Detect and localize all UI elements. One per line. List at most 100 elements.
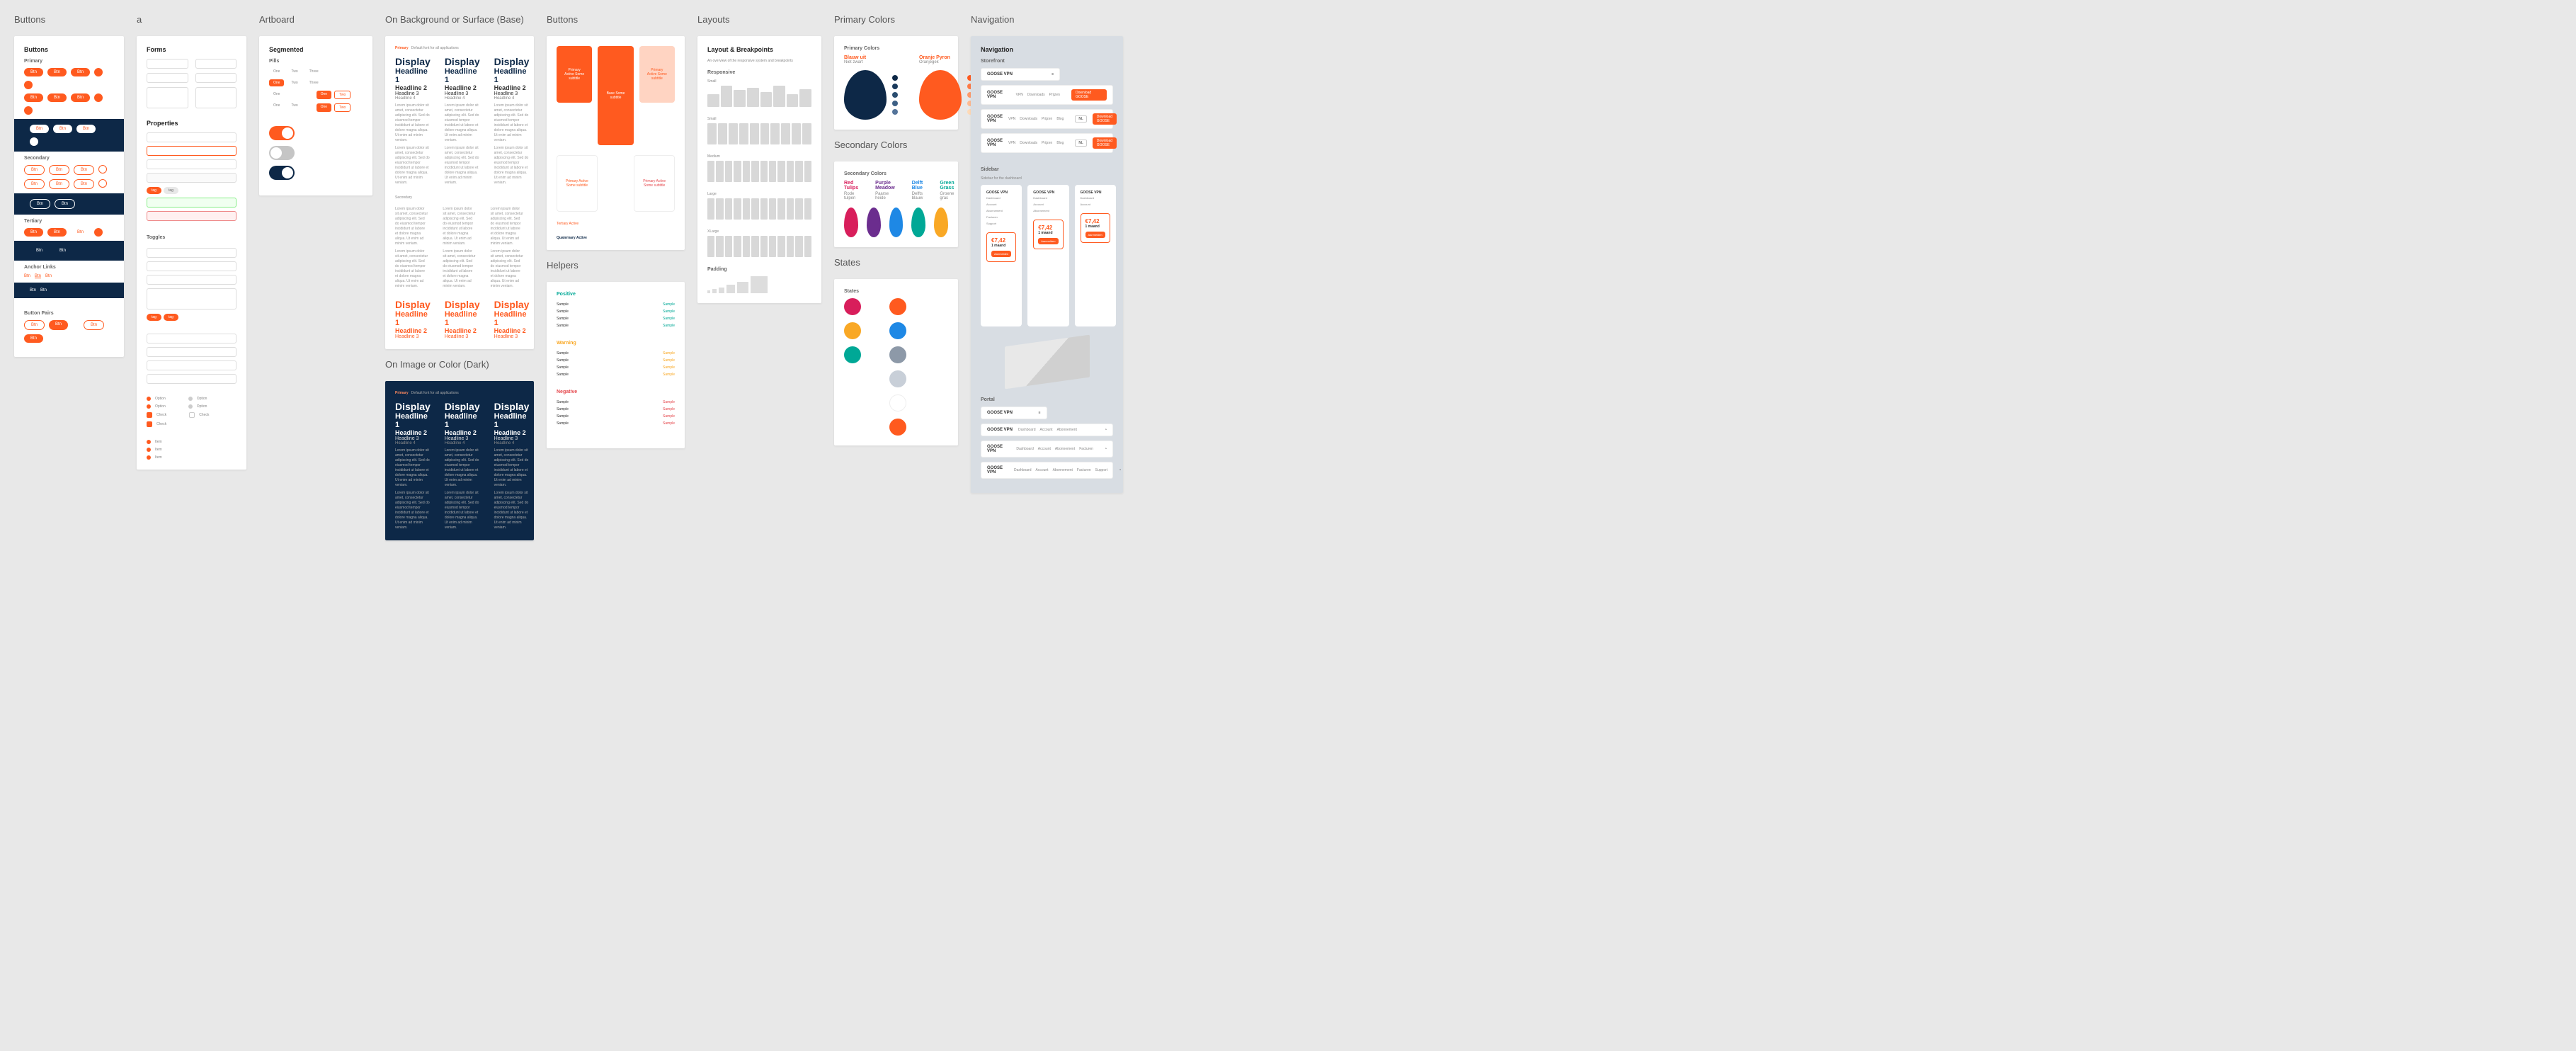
segment-option[interactable]: One	[269, 102, 284, 109]
sidebar-item[interactable]: Dashboard	[1081, 195, 1110, 201]
nav-link[interactable]: Facturen	[1077, 468, 1091, 472]
segment-option[interactable]: Two	[287, 68, 302, 75]
checkbox-checked-icon[interactable]	[147, 412, 152, 418]
user-icon[interactable]: ◔	[1105, 447, 1107, 451]
anchor-link[interactable]: Btn	[35, 274, 41, 278]
nav-link[interactable]: Dashboard	[1016, 447, 1033, 451]
text-input[interactable]	[147, 132, 236, 142]
nav-link[interactable]: Account	[1038, 447, 1051, 451]
icon-button[interactable]	[30, 137, 38, 146]
select-input[interactable]	[147, 248, 236, 258]
cta-button[interactable]: Download GOOSE	[1093, 113, 1117, 125]
nav-link[interactable]: Blog	[1056, 141, 1064, 145]
logo[interactable]: GOOSE VPN	[987, 72, 1013, 76]
lang-select[interactable]: NL	[1075, 115, 1086, 123]
toggle-on[interactable]	[269, 126, 295, 140]
segment-option-active[interactable]: One	[317, 103, 331, 112]
board-surfaces[interactable]: Primary Active Some subtitle Base Some s…	[547, 36, 685, 250]
nav-link[interactable]: Abonnement	[1053, 468, 1073, 472]
nav-link[interactable]: Blog	[1056, 117, 1064, 121]
tertiary-button[interactable]: Btn	[71, 228, 90, 237]
board-helpers[interactable]: Positive SampleSample SampleSample Sampl…	[547, 282, 685, 448]
nav-link[interactable]: Account	[1039, 428, 1052, 432]
board-layouts[interactable]: Layout & Breakpoints An overview of the …	[697, 36, 821, 303]
text-input[interactable]	[147, 73, 188, 83]
text-input[interactable]	[195, 73, 237, 83]
nav-link[interactable]: VPN	[1016, 93, 1023, 97]
user-icon[interactable]: ◔	[1105, 428, 1107, 432]
secondary-button-dark[interactable]: Btn	[55, 199, 75, 209]
tertiary-button-dark[interactable]: Btn	[30, 246, 49, 255]
nav-link[interactable]: Account	[1035, 468, 1048, 472]
board-navigation[interactable]: Navigation Storefront GOOSE VPN≡ GOOSE V…	[971, 36, 1123, 493]
primary-button[interactable]: Btn	[71, 93, 90, 102]
button-pair-confirm[interactable]: Btn	[49, 320, 68, 330]
select-input[interactable]	[147, 360, 236, 370]
board-buttons[interactable]: Buttons Primary BtnBtnBtn BtnBtnBtn BtnB…	[14, 36, 124, 357]
icon-button[interactable]	[24, 81, 33, 89]
nav-link[interactable]: Prijzen	[1042, 117, 1052, 121]
sidebar-item[interactable]: Dashboard	[986, 195, 1016, 201]
select-input[interactable]	[147, 261, 236, 271]
sidebar-item[interactable]: Support	[986, 220, 1016, 227]
secondary-button[interactable]: Btn	[49, 179, 69, 189]
promo-button[interactable]: Aanmelden	[1085, 232, 1105, 238]
anchor-link-dark[interactable]: Btn	[30, 288, 36, 292]
button-pair-confirm[interactable]: Btn	[24, 334, 43, 343]
primary-button-dark[interactable]: Btn	[30, 125, 49, 133]
segment-option-active[interactable]: One	[317, 91, 331, 99]
logo[interactable]: GOOSE VPN	[987, 445, 1010, 453]
segment-option[interactable]: One	[269, 68, 284, 75]
primary-button[interactable]: Btn	[47, 93, 67, 102]
board-states[interactable]: States	[834, 279, 958, 445]
logo[interactable]: GOOSE VPN	[987, 91, 1010, 99]
sidebar-item[interactable]: Dashboard	[1033, 195, 1063, 201]
radio-unchecked-icon[interactable]	[188, 404, 193, 409]
button-pair-cancel[interactable]: Btn	[84, 320, 104, 330]
nav-link[interactable]: VPN	[1008, 141, 1015, 145]
secondary-button-dark[interactable]: Btn	[30, 199, 50, 209]
secondary-button[interactable]: Btn	[74, 179, 94, 189]
chip-active[interactable]: tag	[147, 314, 161, 321]
segment-option[interactable]: Three	[305, 68, 323, 75]
text-input-error[interactable]	[147, 211, 236, 221]
radio-checked-icon[interactable]	[147, 397, 151, 401]
sidebar-item[interactable]: Account	[1033, 201, 1063, 208]
primary-button[interactable]: Btn	[24, 68, 43, 76]
anchor-link[interactable]: Btn	[24, 274, 30, 278]
segment-option[interactable]: Two	[334, 91, 351, 99]
anchor-link[interactable]: Btn	[45, 274, 52, 278]
icon-button[interactable]	[94, 93, 103, 102]
primary-button[interactable]: Btn	[47, 68, 67, 76]
radio-unchecked-icon[interactable]	[188, 397, 193, 401]
icon-button-outline[interactable]	[98, 179, 107, 188]
toggle-off[interactable]	[269, 146, 295, 160]
radio-checked-icon[interactable]	[147, 404, 151, 409]
promo-button[interactable]: Aanmelden	[991, 251, 1011, 257]
secondary-button[interactable]: Btn	[24, 165, 45, 175]
segment-option[interactable]: One	[269, 91, 284, 98]
nav-link[interactable]: Downloads	[1020, 117, 1037, 121]
icon-button[interactable]	[94, 228, 103, 237]
segment-option[interactable]: Three	[305, 79, 323, 86]
nav-link[interactable]: Prijzen	[1042, 141, 1052, 145]
nav-link[interactable]: Downloads	[1027, 93, 1045, 97]
sidebar-item[interactable]: Abonnement	[1033, 208, 1063, 214]
tertiary-button[interactable]: Btn	[24, 228, 43, 237]
segment-option[interactable]: Two	[287, 79, 302, 86]
checkbox-checked-icon[interactable]	[147, 421, 152, 427]
secondary-button[interactable]: Btn	[74, 165, 94, 175]
board-secondary-colors[interactable]: Secondary Colors Red TulipsRode tulpen P…	[834, 161, 958, 247]
textarea[interactable]	[147, 288, 236, 309]
cta-button[interactable]: Download GOOSE	[1071, 89, 1107, 101]
menu-icon[interactable]: ≡	[1052, 72, 1054, 76]
primary-button-dark[interactable]: Btn	[76, 125, 96, 133]
nav-link[interactable]: Abonnement	[1057, 428, 1077, 432]
select-input[interactable]	[147, 374, 236, 384]
logo[interactable]: GOOSE VPN	[987, 428, 1013, 432]
sidebar-item[interactable]: Facturen	[986, 214, 1016, 220]
nav-link[interactable]: VPN	[1008, 117, 1015, 121]
button-pair-cancel[interactable]: Btn	[24, 320, 45, 330]
board-forms[interactable]: Forms Properties tagtag Toggles tagtag O…	[137, 36, 246, 470]
nav-link[interactable]: Downloads	[1020, 141, 1037, 145]
